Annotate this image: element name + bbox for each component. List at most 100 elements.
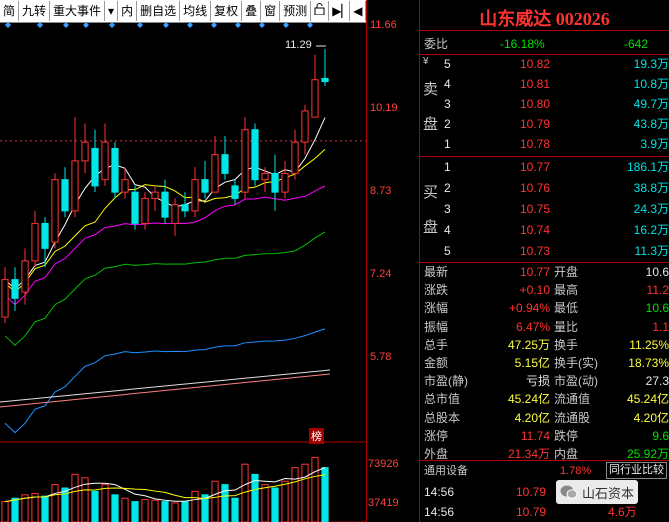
bid-price: 10.75 <box>519 202 550 216</box>
sector-name: 通用设备 <box>424 465 468 477</box>
event-marker-icon <box>187 22 193 28</box>
toolbar-nine-turn[interactable]: 九转 <box>19 1 51 21</box>
volume-bar <box>151 499 159 522</box>
ask-row[interactable]: 4 10.81 10.8万 <box>420 75 669 94</box>
volume-bar <box>301 463 309 522</box>
stat-row: 总股本 4.20亿 流通股 4.20亿 <box>420 409 669 428</box>
ask-row[interactable]: 5 10.82 19.3万 <box>420 55 669 74</box>
bid-level: 4 <box>444 223 451 237</box>
bid-volume: 24.3万 <box>633 202 669 216</box>
candle-body <box>21 260 29 293</box>
ask-volume: 49.7万 <box>633 97 669 111</box>
stat-value: 4.20亿 <box>514 410 550 425</box>
candle-body <box>281 172 289 193</box>
lock-icon[interactable] <box>311 1 330 21</box>
tick-price: 10.79 <box>516 505 547 519</box>
price-axis-label: 7.24 <box>370 268 392 280</box>
volume-bar <box>231 497 239 522</box>
bid-row[interactable]: 3 10.75 24.3万 <box>420 200 669 219</box>
weibi-row: 委比 -16.18% -642 <box>420 35 669 54</box>
bid-price: 10.76 <box>519 181 550 195</box>
tick-volume: 4.6万 <box>608 505 637 519</box>
bid-row[interactable]: 4 10.74 16.2万 <box>420 221 669 240</box>
toolbar-window[interactable]: 窗 <box>261 1 281 21</box>
sector-row[interactable]: 通用设备 1.78% 同行业比较 <box>420 462 669 481</box>
candle-body <box>1 279 9 318</box>
event-marker-icon <box>235 22 241 28</box>
stat-row: 总手 47.25万 换手 11.25% <box>420 336 669 355</box>
stat-value: 9.6 <box>652 428 669 443</box>
ask-price: 10.82 <box>519 57 550 71</box>
price-axis-label: 5.78 <box>370 351 392 363</box>
stat-label: 流通值 <box>554 392 591 407</box>
collapse-arrow-icon[interactable]: ◀ <box>350 1 367 21</box>
ranking-tag[interactable]: 榜 <box>309 428 324 444</box>
wechat-icon <box>560 484 578 500</box>
event-marker-icon <box>83 22 89 28</box>
volume-bar <box>211 480 219 522</box>
stat-value: 1.1 <box>652 319 669 334</box>
weibi-pct: -16.18% <box>500 37 545 51</box>
ask-volume: 43.8万 <box>633 117 669 131</box>
watermark-text: 山石资本 <box>582 485 635 501</box>
industry-compare-button[interactable]: 同行业比较 <box>606 462 667 479</box>
ask-row[interactable]: 3 10.80 49.7万 <box>420 95 669 114</box>
candle-body <box>271 172 279 193</box>
price-axis-label: 10.19 <box>370 102 398 114</box>
stat-value: +0.10 <box>519 283 550 298</box>
candle-body <box>221 154 229 174</box>
ask-volume: 10.8万 <box>633 77 669 91</box>
price-axis-label: 8.73 <box>370 185 392 197</box>
bid-price: 10.74 <box>519 223 550 237</box>
toolbar-overlay[interactable]: 叠 <box>242 1 262 21</box>
volume-axis-label: 37419 <box>368 497 399 509</box>
candle-body <box>311 79 319 118</box>
event-marker-icon <box>137 22 143 28</box>
play-pause-icon[interactable]: ▶▏ <box>329 1 351 21</box>
volume-bar <box>71 473 79 522</box>
ask-level: 4 <box>444 77 451 91</box>
candle-body <box>141 197 149 224</box>
stock-title: 山东威达 002026 <box>479 9 610 29</box>
bid-row[interactable]: 2 10.76 38.8万 <box>420 179 669 198</box>
candle-body <box>101 141 109 181</box>
ask-price: 10.80 <box>519 97 550 111</box>
candle-body <box>321 77 329 83</box>
ask-volume: 3.9万 <box>640 137 669 151</box>
toolbar-major-events[interactable]: 重大事件 <box>50 1 106 21</box>
stat-label: 总市值 <box>424 392 461 407</box>
dropdown-arrow-icon[interactable]: ▾ <box>105 1 119 21</box>
volume-bar <box>121 497 129 522</box>
ask-row[interactable]: 2 10.79 43.8万 <box>420 115 669 134</box>
toolbar-remove-watchlist[interactable]: 删自选 <box>137 1 181 21</box>
bid-volume: 186.1万 <box>626 160 669 174</box>
toolbar-inner[interactable]: 内 <box>118 1 138 21</box>
candle-body <box>11 279 19 299</box>
candle-body <box>131 191 139 224</box>
stat-value: 4.20亿 <box>633 410 669 425</box>
stat-row: 市盈(静) 亏损 市盈(动) 27.3 <box>420 372 669 391</box>
volume-bar <box>181 501 189 522</box>
bid-row[interactable]: 1 10.77 186.1万 <box>420 158 669 177</box>
bid-price: 10.77 <box>519 160 550 174</box>
bid-row[interactable]: 5 10.73 11.3万 <box>420 242 669 261</box>
volume-axis-label: 73926 <box>368 458 399 470</box>
kline-chart[interactable] <box>0 22 366 522</box>
candle-body <box>211 154 219 193</box>
candle-body <box>261 172 269 181</box>
stat-value: 45.24亿 <box>507 392 550 407</box>
stat-row: 涨跌 +0.10 最高 11.2 <box>420 281 669 300</box>
toolbar-simple[interactable]: 简 <box>0 1 20 21</box>
tick-time: 14:56 <box>424 485 455 499</box>
toolbar-adjust[interactable]: 复权 <box>211 1 243 21</box>
event-marker-icon <box>5 22 11 28</box>
ma120-line <box>0 369 331 403</box>
volume-bar <box>271 487 279 522</box>
event-marker-icon <box>63 22 69 28</box>
ask-row[interactable]: 1 10.78 3.9万 <box>420 135 669 154</box>
toolbar-moving-average[interactable]: 均线 <box>180 1 212 21</box>
event-marker-icon <box>211 22 217 28</box>
volume-bar <box>261 484 269 522</box>
toolbar-forecast[interactable]: 预测 <box>280 1 312 21</box>
stat-value: 5.15亿 <box>514 356 550 370</box>
